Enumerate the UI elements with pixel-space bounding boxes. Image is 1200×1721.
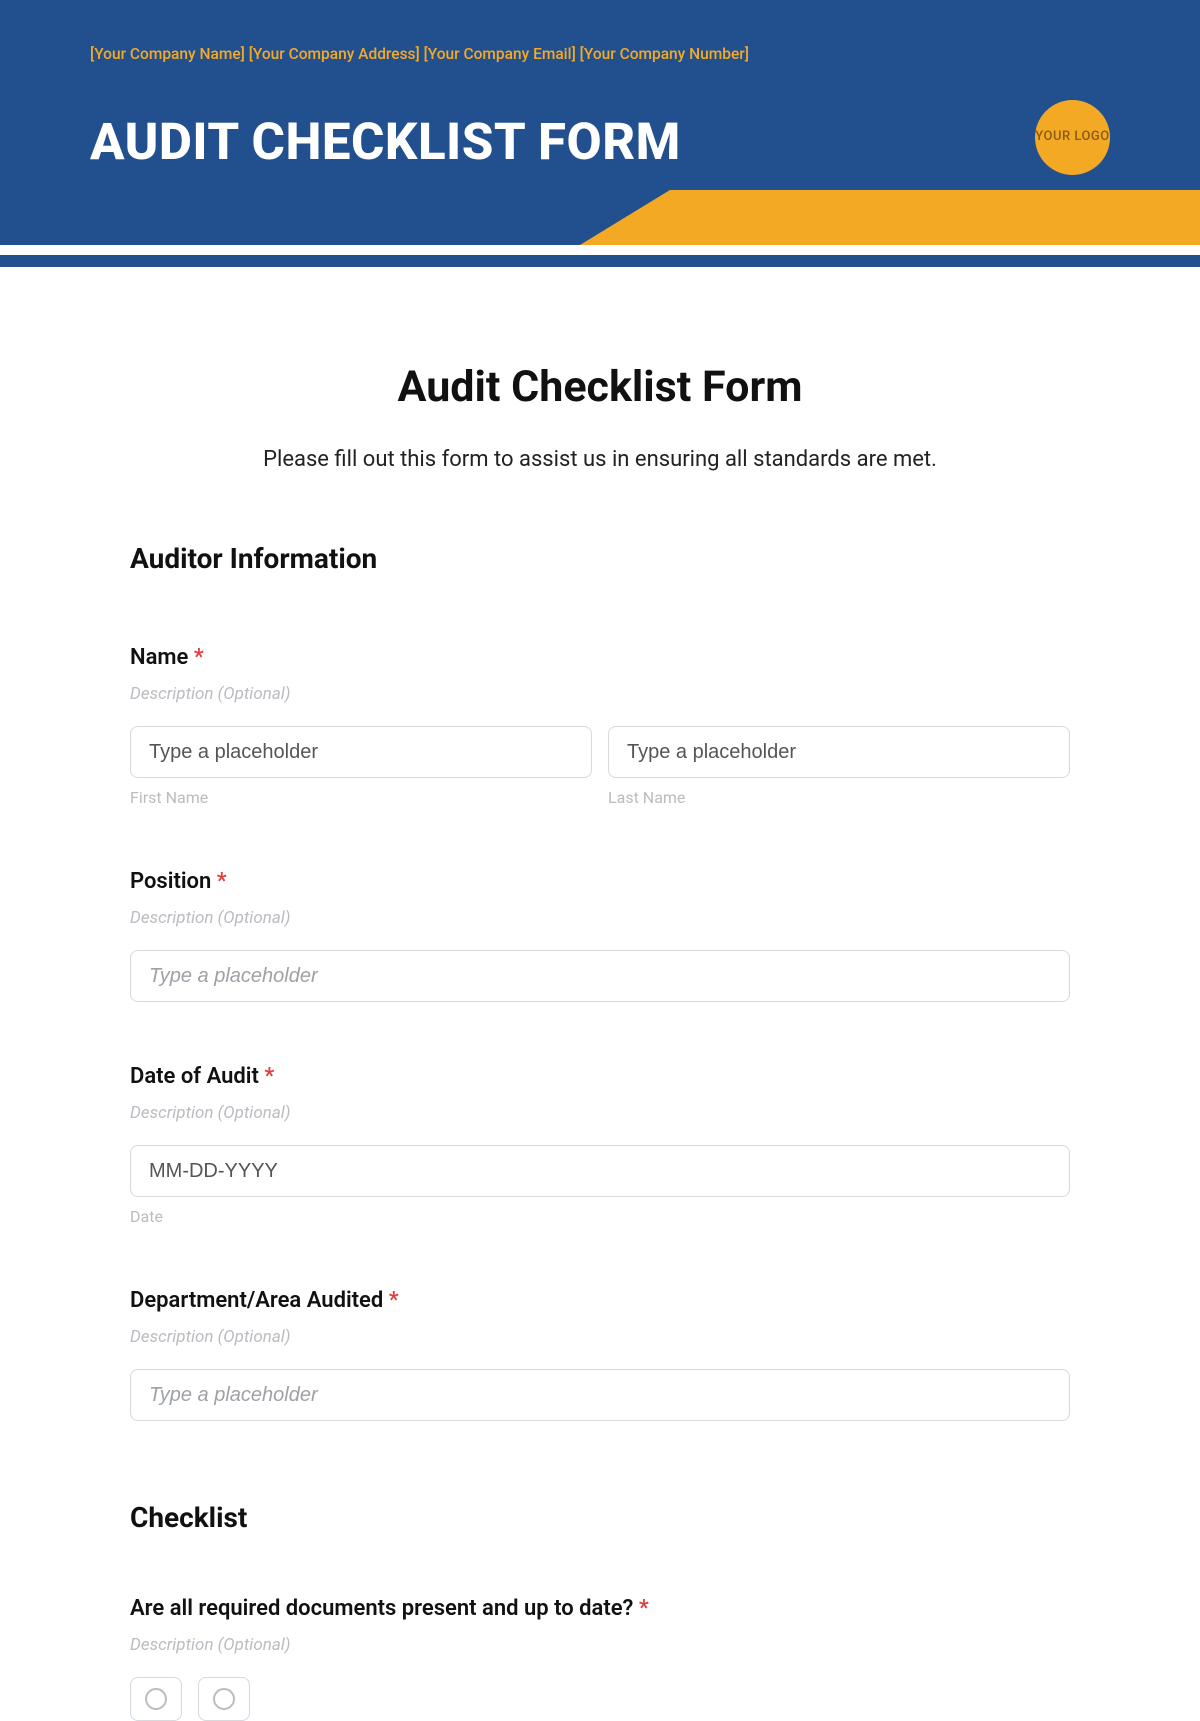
- q1-label-text: Are all required documents present and u…: [130, 1596, 633, 1621]
- date-sublabel: Date: [130, 1207, 1070, 1226]
- position-input[interactable]: [130, 950, 1070, 1002]
- required-indicator: *: [639, 1596, 649, 1621]
- q1-option-1[interactable]: [130, 1677, 182, 1721]
- field-position: Position * Description (Optional): [130, 869, 1070, 1002]
- first-name-input[interactable]: [130, 726, 592, 778]
- form-container: Audit Checklist Form Please fill out thi…: [0, 267, 1200, 1721]
- name-description: Description (Optional): [130, 684, 1070, 704]
- field-department: Department/Area Audited * Description (O…: [130, 1288, 1070, 1421]
- date-label: Date of Audit *: [130, 1064, 1070, 1089]
- logo-placeholder: YOUR LOGO: [1035, 100, 1110, 175]
- q1-description: Description (Optional): [130, 1635, 1070, 1655]
- dept-description: Description (Optional): [130, 1327, 1070, 1347]
- decorative-wedge: [580, 190, 1200, 245]
- dept-input[interactable]: [130, 1369, 1070, 1421]
- name-label: Name *: [130, 645, 1070, 670]
- required-indicator: *: [217, 869, 227, 894]
- date-label-text: Date of Audit: [130, 1064, 259, 1089]
- field-q1: Are all required documents present and u…: [130, 1596, 1070, 1721]
- decorative-stripe: [0, 255, 1200, 267]
- radio-icon: [213, 1688, 235, 1710]
- field-name: Name * Description (Optional) First Name…: [130, 645, 1070, 807]
- header-title: AUDIT CHECKLIST FORM: [90, 113, 1110, 172]
- first-name-sublabel: First Name: [130, 788, 592, 807]
- required-indicator: *: [194, 645, 204, 670]
- logo-text: YOUR LOGO: [1035, 130, 1110, 145]
- dept-label-text: Department/Area Audited: [130, 1288, 383, 1313]
- position-label-text: Position: [130, 869, 211, 894]
- date-input[interactable]: [130, 1145, 1070, 1197]
- required-indicator: *: [389, 1288, 399, 1313]
- last-name-sublabel: Last Name: [608, 788, 1070, 807]
- dept-label: Department/Area Audited *: [130, 1288, 1070, 1313]
- section-checklist: Checklist: [130, 1501, 1070, 1534]
- last-name-input[interactable]: [608, 726, 1070, 778]
- field-date: Date of Audit * Description (Optional) D…: [130, 1064, 1070, 1226]
- form-title: Audit Checklist Form: [130, 362, 1070, 412]
- company-info-line: [Your Company Name] [Your Company Addres…: [90, 45, 1110, 63]
- required-indicator: *: [264, 1064, 274, 1089]
- q1-option-2[interactable]: [198, 1677, 250, 1721]
- date-description: Description (Optional): [130, 1103, 1070, 1123]
- form-subtitle: Please fill out this form to assist us i…: [130, 447, 1070, 472]
- section-auditor-info: Auditor Information: [130, 542, 1070, 575]
- radio-icon: [145, 1688, 167, 1710]
- header-banner: [Your Company Name] [Your Company Addres…: [0, 0, 1200, 245]
- position-description: Description (Optional): [130, 908, 1070, 928]
- q1-label: Are all required documents present and u…: [130, 1596, 1070, 1621]
- position-label: Position *: [130, 869, 1070, 894]
- name-label-text: Name: [130, 645, 188, 670]
